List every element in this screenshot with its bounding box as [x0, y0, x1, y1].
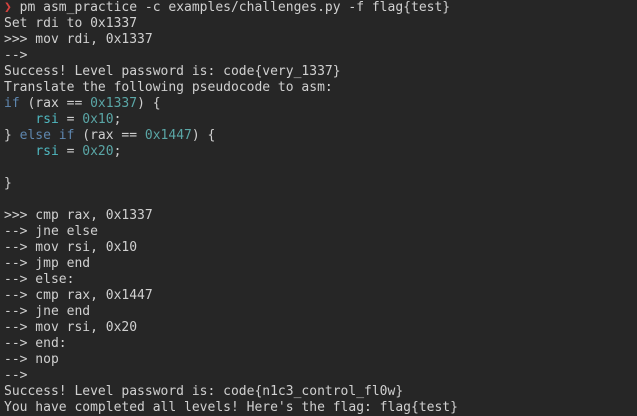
- asm-line: --> jmp end: [4, 256, 91, 271]
- asm-line: -->: [4, 368, 28, 383]
- translate-instruction: Translate the following pseudocode to as…: [4, 80, 333, 95]
- pseudocode-close-brace: }: [4, 176, 12, 191]
- continuation-prompt: -->: [4, 48, 28, 63]
- asm-line: >>> cmp rax, 0x1337: [4, 208, 153, 223]
- semicolon: ;: [113, 112, 122, 127]
- success-message-1: Success! Level password is: code{very_13…: [4, 64, 341, 79]
- prompt-command: pm asm_practice -c examples/challenges.p…: [11, 0, 451, 15]
- else-condition-open: (rax ==: [74, 128, 145, 143]
- asm-line: --> cmp rax, 0x1447: [4, 288, 153, 303]
- rsi-variable: rsi: [35, 144, 59, 159]
- rsi-variable: rsi: [35, 112, 59, 127]
- asm-line: --> else:: [4, 272, 75, 287]
- if-value: 0x1337: [90, 96, 138, 111]
- else-if-keyword: else if: [19, 128, 75, 143]
- instruction-set-rdi: Set rdi to 0x1337: [4, 16, 138, 31]
- if-keyword: if: [4, 96, 20, 111]
- success-message-2: Success! Level password is: code{n1c3_co…: [4, 384, 404, 399]
- asm-answer-block: >>> cmp rax, 0x1337 --> jne else --> mov…: [4, 208, 637, 384]
- assign-operator: =: [58, 112, 83, 127]
- asm-line: --> mov rsi, 0x10: [4, 240, 138, 255]
- completion-message: You have completed all levels! Here's th…: [4, 400, 458, 415]
- else-condition-close: ) {: [191, 128, 216, 143]
- pseudocode-rsi-assign-2: rsi = 0x20;: [4, 144, 637, 160]
- if-condition-close: ) {: [137, 96, 161, 111]
- asm-line: --> mov rsi, 0x20: [4, 320, 138, 335]
- semicolon: ;: [113, 144, 122, 159]
- else-value: 0x1447: [144, 128, 192, 143]
- pseudocode-else-if-line: } else if (rax == 0x1447) {: [4, 128, 637, 144]
- terminal-window[interactable]: ❯ pm asm_practice -c examples/challenges…: [0, 0, 637, 415]
- pseudocode-if-line: if (rax == 0x1337) {: [4, 96, 637, 112]
- asm-line: --> nop: [4, 352, 59, 367]
- if-condition-open: (rax ==: [19, 96, 91, 111]
- prompt-arrow-icon: ❯: [4, 0, 12, 15]
- asm-input-line: >>> mov rdi, 0x1337: [4, 32, 153, 47]
- close-brace: }: [4, 128, 20, 143]
- asm-line: --> end:: [4, 336, 67, 351]
- pseudocode-rsi-assign-1: rsi = 0x10;: [4, 112, 637, 128]
- command-prompt-line: ❯ pm asm_practice -c examples/challenges…: [4, 0, 637, 16]
- rsi-value: 0x10: [82, 112, 114, 127]
- asm-line: --> jne else: [4, 224, 98, 239]
- rsi-value: 0x20: [82, 144, 114, 159]
- asm-line: --> jne end: [4, 304, 91, 319]
- assign-operator: =: [58, 144, 83, 159]
